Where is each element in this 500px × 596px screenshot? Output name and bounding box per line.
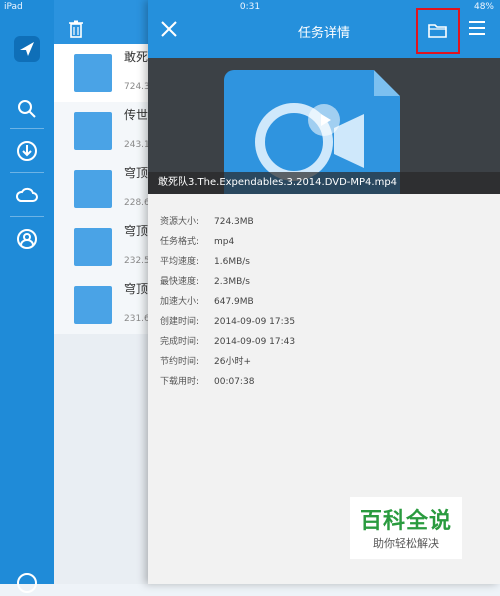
info-row: 最快速度: 2.3MB/s (160, 277, 250, 287)
watermark-brand: 百科全说 (359, 509, 452, 534)
info-row: 节约时间: 26小时+ (160, 357, 251, 367)
search-icon[interactable] (14, 96, 40, 122)
info-row: 创建时间: 2014-09-09 17:35 (160, 317, 296, 327)
status-bar: iPad 0:31 48% (0, 0, 500, 14)
folder-icon (428, 24, 447, 38)
user-icon[interactable] (14, 226, 40, 252)
video-file-icon (74, 228, 112, 266)
watermark-tagline: 助你轻松解决 (373, 537, 439, 550)
add-icon[interactable] (14, 570, 40, 596)
trash-icon[interactable] (68, 20, 84, 38)
video-file-icon (74, 54, 112, 92)
info-row: 完成时间: 2014-09-09 17:43 (160, 337, 296, 347)
clock: 0:31 (239, 2, 261, 12)
open-folder-button[interactable] (416, 8, 460, 54)
task-info: 资源大小: 724.3MB 任务格式: mp4 平均速度: 1.6MB/s 最快速度:… (160, 212, 480, 392)
list-item-size: 243.1 (124, 140, 150, 150)
video-file-icon (74, 170, 112, 208)
video-file-icon (74, 286, 112, 324)
list-item-size: 232.5 (124, 256, 150, 266)
info-row: 下载用时: 00:07:38 (160, 377, 255, 387)
menu-icon[interactable] (468, 20, 488, 38)
download-icon[interactable] (14, 138, 40, 164)
video-file-icon (74, 112, 112, 150)
logo-icon[interactable] (14, 36, 40, 62)
cloud-icon[interactable] (14, 182, 40, 208)
info-row: 资源大小: 724.3MB (160, 217, 254, 227)
list-item-size: 228.6 (124, 198, 150, 208)
video-preview[interactable]: 敢死队3.The.Expendables.3.2014.DVD-MP4.mp4 (148, 58, 500, 194)
watermark: 百科全说 助你轻松解决 (350, 497, 462, 559)
info-row: 任务格式: mp4 (160, 237, 235, 247)
info-row: 加速大小: 647.9MB (160, 297, 254, 307)
file-name: 敢死队3.The.Expendables.3.2014.DVD-MP4.mp4 (148, 172, 500, 194)
play-icon[interactable] (308, 104, 340, 136)
sidebar (0, 0, 54, 593)
page-fold (374, 70, 400, 96)
list-item-size: 231.6 (124, 314, 150, 324)
list-item-size: 724.3 (124, 82, 150, 92)
battery-label: 48% (473, 2, 494, 12)
info-row: 平均速度: 1.6MB/s (160, 257, 250, 267)
